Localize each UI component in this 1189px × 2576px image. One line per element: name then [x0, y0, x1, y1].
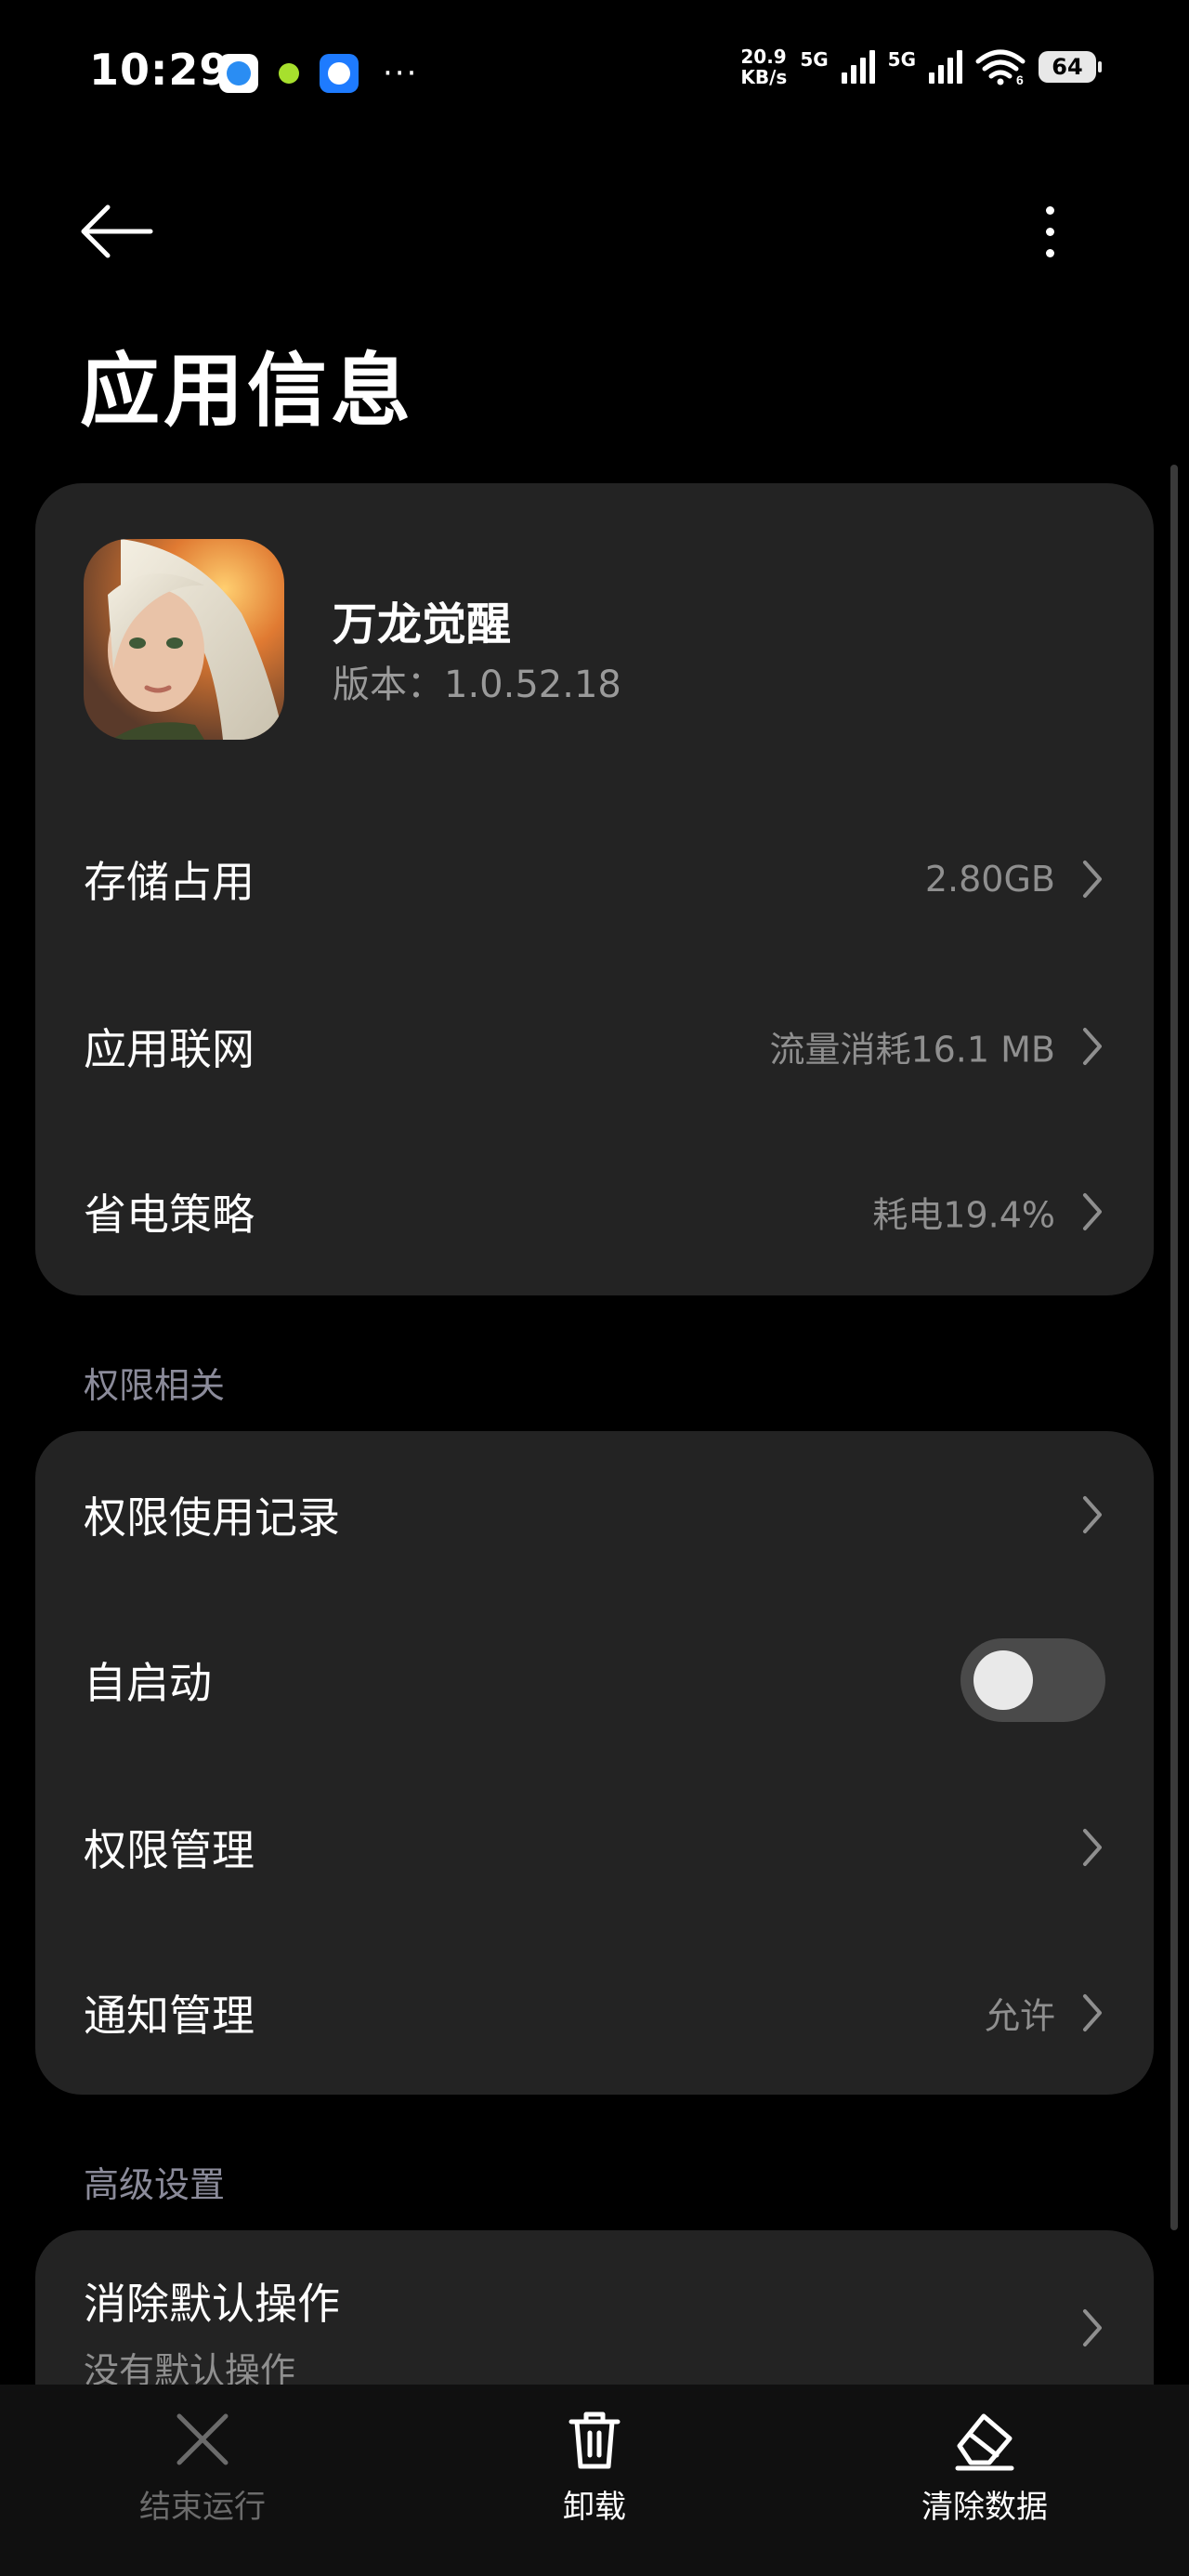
bottom-action-bar: 结束运行 卸载 清除数据	[0, 2385, 1189, 2576]
chevron-right-icon	[1083, 1829, 1102, 1866]
signal2-label: 5G	[887, 48, 916, 71]
auto-start-row: 自启动	[35, 1597, 1154, 1764]
wifi-badge: 6	[1016, 72, 1024, 85]
force-stop-button[interactable]: 结束运行	[91, 2407, 314, 2556]
chevron-right-icon	[1083, 1496, 1102, 1533]
top-app-bar	[0, 167, 1189, 279]
battery-label: 省电策略	[84, 1189, 255, 1240]
signal1-label: 5G	[800, 48, 829, 71]
permission-manage-label: 权限管理	[84, 1825, 255, 1875]
browser-notification-icon	[219, 54, 258, 93]
notification-value: 允许	[984, 1995, 1055, 2037]
page-title: 应用信息	[80, 345, 414, 438]
app-info-card: 万龙觉醒 版本：1.0.52.18 存储占用 2.80GB 应用联网 流量消耗1…	[35, 483, 1154, 1295]
app-header: 万龙觉醒 版本：1.0.52.18	[84, 539, 1105, 740]
storage-label: 存储占用	[84, 857, 255, 907]
clear-defaults-label: 消除默认操作	[84, 2279, 340, 2329]
notification-icons: ···	[219, 54, 418, 93]
status-indicators: 20.9 KB/s 5G 5G 6 64	[740, 46, 1102, 87]
auto-start-label: 自启动	[84, 1658, 212, 1708]
wifi-icon: 6	[975, 49, 1026, 85]
permission-usage-label: 权限使用记录	[84, 1492, 340, 1543]
network-row[interactable]: 应用联网 流量消耗16.1 MB	[35, 963, 1154, 1130]
battery-indicator: 64	[1039, 51, 1102, 83]
network-speed-unit: KB/s	[740, 66, 788, 88]
permissions-section-label: 权限相关	[84, 1365, 226, 1406]
permission-usage-row[interactable]: 权限使用记录	[35, 1431, 1154, 1598]
back-button[interactable]	[74, 190, 158, 273]
uninstall-button[interactable]: 卸载	[483, 2407, 706, 2556]
app-logo-icon	[84, 539, 284, 740]
uninstall-label: 卸载	[563, 2489, 626, 2526]
advanced-section-label: 高级设置	[84, 2164, 226, 2205]
network-speed-value: 20.9	[740, 46, 787, 68]
auto-start-toggle[interactable]	[960, 1638, 1105, 1722]
permissions-card: 权限使用记录 自启动 权限管理 通知管理 允许	[35, 1431, 1154, 2095]
storage-value: 2.80GB	[924, 859, 1055, 900]
notification-row[interactable]: 通知管理 允许	[35, 1929, 1154, 2096]
cell-signal-icon-2	[929, 50, 962, 84]
network-speed: 20.9 KB/s	[740, 46, 787, 87]
more-options-button[interactable]	[1022, 190, 1078, 273]
scrollbar[interactable]	[1170, 465, 1178, 2230]
status-bar: 10:29 ··· 20.9 KB/s 5G 5G 6 64	[0, 0, 1189, 149]
green-dot-icon	[279, 63, 299, 84]
chevron-right-icon	[1083, 1193, 1102, 1230]
back-arrow-icon	[81, 204, 153, 258]
chevron-right-icon	[1083, 1028, 1102, 1065]
network-value: 流量消耗16.1 MB	[769, 1029, 1055, 1071]
app-name: 万龙觉醒	[333, 598, 512, 651]
battery-row[interactable]: 省电策略 耗电19.4%	[35, 1128, 1154, 1295]
qq-notification-icon	[320, 54, 359, 93]
battery-value: 耗电19.4%	[872, 1194, 1055, 1236]
network-label: 应用联网	[84, 1024, 255, 1074]
notification-label: 通知管理	[84, 1991, 255, 2041]
clear-data-label: 清除数据	[921, 2489, 1048, 2526]
eraser-icon	[955, 2413, 1014, 2471]
chevron-right-icon	[1083, 861, 1102, 898]
more-dot-icon	[1045, 248, 1054, 257]
permission-manage-row[interactable]: 权限管理	[35, 1764, 1154, 1931]
app-version: 版本：1.0.52.18	[333, 664, 621, 706]
clear-data-button[interactable]: 清除数据	[873, 2407, 1096, 2556]
cell-signal-icon	[841, 50, 875, 84]
close-icon	[176, 2413, 229, 2465]
chevron-right-icon	[1083, 2309, 1102, 2346]
toggle-knob	[973, 1650, 1033, 1710]
storage-row[interactable]: 存储占用 2.80GB	[35, 795, 1154, 963]
force-stop-label: 结束运行	[139, 2489, 266, 2526]
more-dot-icon	[1045, 205, 1054, 215]
more-dot-icon	[1045, 227, 1054, 236]
chevron-right-icon	[1083, 1994, 1102, 2031]
more-notifications-icon: ···	[383, 55, 419, 92]
status-time: 10:29	[89, 45, 230, 95]
trash-icon	[568, 2412, 621, 2469]
